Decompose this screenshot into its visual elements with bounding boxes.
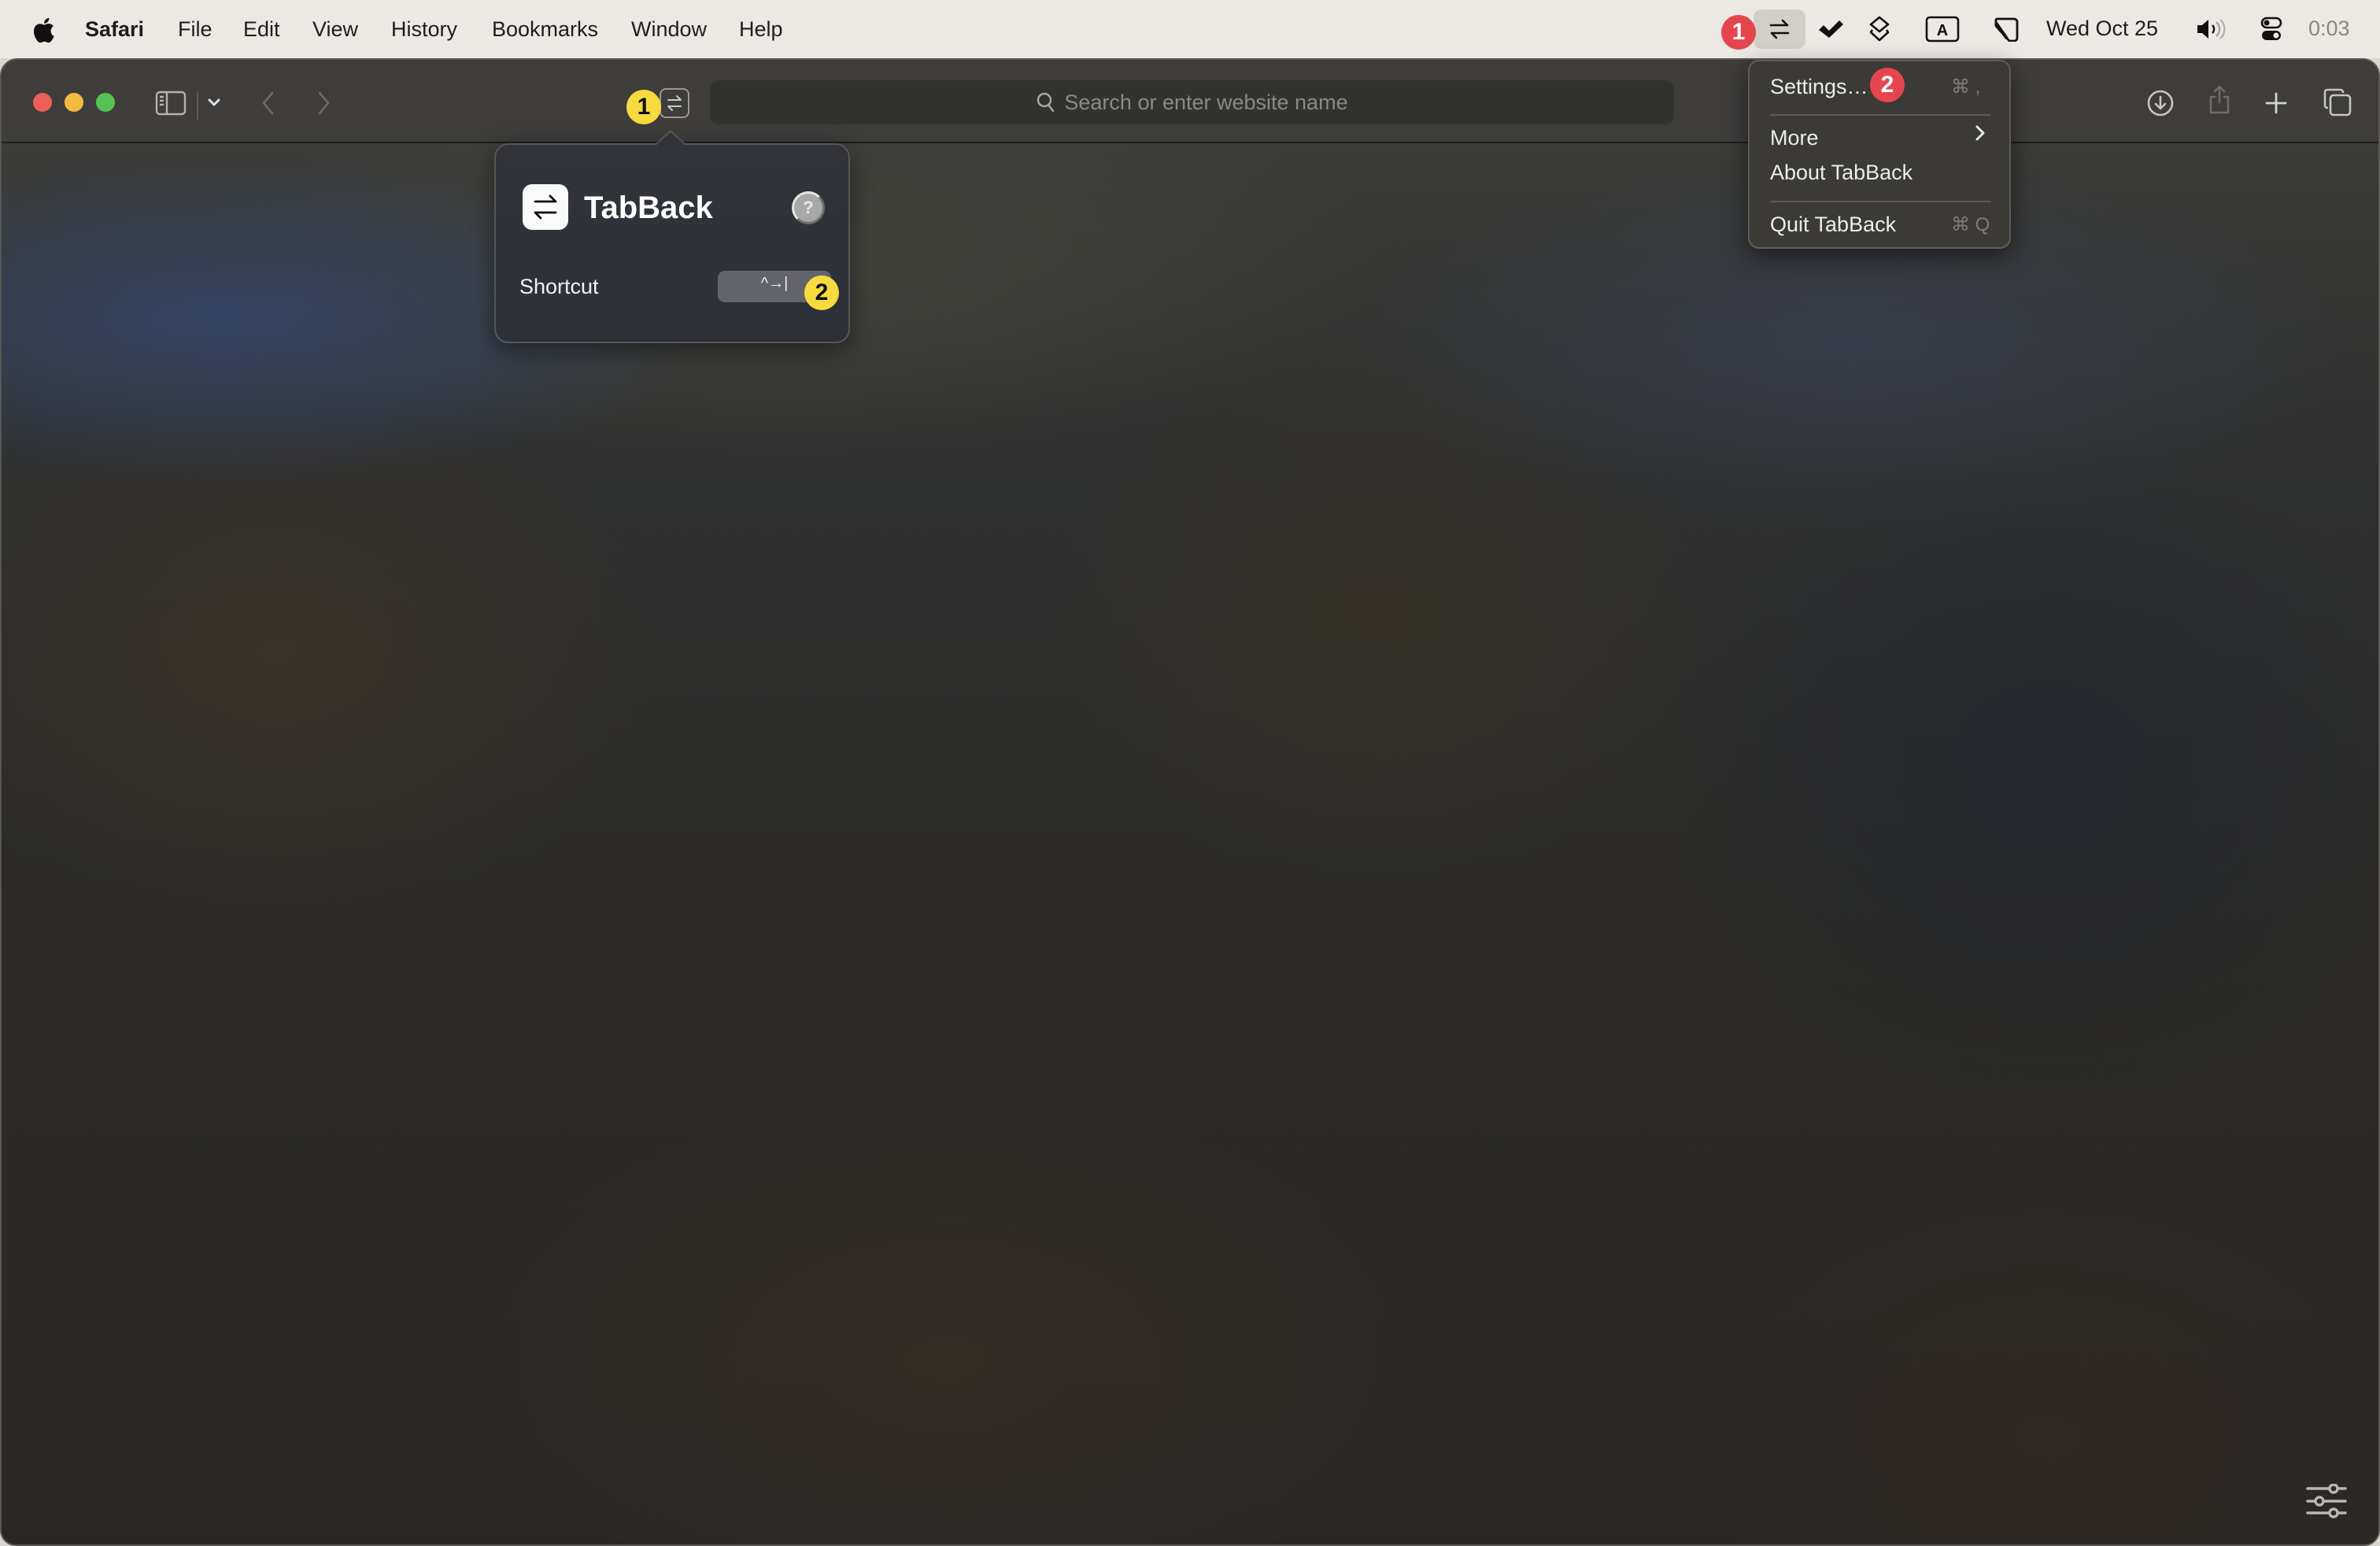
input-source-letter: A bbox=[1937, 22, 1948, 39]
sliders-icon bbox=[2306, 1484, 2347, 1518]
chevron-right-icon bbox=[1975, 125, 1985, 141]
menu-history[interactable]: History bbox=[391, 17, 457, 42]
window-minimize-button[interactable] bbox=[65, 93, 83, 112]
menu-file[interactable]: File bbox=[178, 17, 213, 42]
menu-view[interactable]: View bbox=[312, 17, 358, 42]
tabback-popover: TabBack ? Shortcut ^→| bbox=[494, 143, 850, 343]
menu-item-about[interactable]: About TabBack bbox=[1770, 161, 1913, 185]
clock-date[interactable]: Wed Oct 25 bbox=[2046, 17, 2158, 41]
menu-app-safari[interactable]: Safari bbox=[85, 17, 144, 42]
help-icon: ? bbox=[803, 198, 814, 217]
annotation-badge-2-red: 2 bbox=[1870, 68, 1905, 102]
annotation-badge-1-yellow: 1 bbox=[626, 90, 661, 124]
window-close-button[interactable] bbox=[33, 93, 52, 112]
help-button[interactable]: ? bbox=[792, 191, 825, 224]
clock-time[interactable]: 0:03 bbox=[2308, 17, 2350, 41]
new-tab-icon[interactable] bbox=[2263, 90, 2289, 117]
stage-manager-icon[interactable] bbox=[1988, 0, 2024, 58]
control-center-icon[interactable] bbox=[2256, 0, 2287, 58]
tab-overview-icon[interactable] bbox=[2322, 87, 2353, 118]
menu-separator bbox=[1770, 114, 1990, 116]
download-icon[interactable] bbox=[2145, 88, 2175, 118]
menu-window[interactable]: Window bbox=[631, 17, 707, 42]
sidebar-icon[interactable] bbox=[154, 90, 187, 117]
window-zoom-button[interactable] bbox=[96, 93, 115, 112]
input-source-icon[interactable]: A bbox=[1923, 0, 1962, 58]
menu-item-more[interactable]: More bbox=[1770, 126, 1819, 150]
annotation-badge-1-red: 1 bbox=[1721, 15, 1756, 50]
settings-shortcut: ⌘ , bbox=[1951, 76, 1981, 98]
checkmark-icon[interactable] bbox=[1812, 0, 1850, 58]
popover-title: TabBack bbox=[584, 190, 713, 225]
popover-arrow-fill bbox=[655, 132, 686, 146]
address-search-field[interactable]: Search or enter website name bbox=[710, 80, 1674, 124]
menu-item-settings[interactable]: Settings… bbox=[1770, 75, 1868, 99]
annotation-badge-2-yellow: 2 bbox=[804, 276, 839, 310]
shortcut-label: Shortcut bbox=[519, 275, 599, 298]
quit-shortcut: ⌘ Q bbox=[1951, 214, 1990, 235]
menu-edit[interactable]: Edit bbox=[243, 17, 280, 42]
menu-bookmarks[interactable]: Bookmarks bbox=[492, 17, 598, 42]
shortcut-value: ^→| bbox=[760, 274, 789, 292]
tabback-swap-icon[interactable] bbox=[1754, 0, 1805, 58]
search-placeholder: Search or enter website name bbox=[1064, 90, 1348, 114]
safari-window: 1 Search or enter website name bbox=[0, 58, 2380, 1546]
customize-start-page-button[interactable] bbox=[2301, 1479, 2352, 1523]
menu-help[interactable]: Help bbox=[739, 17, 783, 42]
layers-icon[interactable] bbox=[1863, 0, 1896, 58]
toolbar-divider bbox=[197, 91, 198, 120]
tabback-extension-button[interactable] bbox=[660, 88, 689, 118]
tabback-swap-icon bbox=[667, 95, 682, 111]
volume-icon[interactable] bbox=[2194, 0, 2229, 58]
menu-separator bbox=[1770, 201, 1990, 202]
menu-bar: Safari File Edit View History Bookmarks … bbox=[0, 0, 2380, 58]
search-icon bbox=[1037, 92, 1055, 113]
chevron-down-icon[interactable] bbox=[205, 93, 224, 112]
share-icon[interactable] bbox=[2205, 83, 2234, 117]
tabback-app-icon bbox=[523, 184, 568, 230]
back-icon[interactable] bbox=[257, 90, 280, 117]
apple-logo-icon[interactable] bbox=[31, 16, 55, 44]
safari-toolbar: 1 Search or enter website name bbox=[2, 60, 2378, 143]
forward-icon[interactable] bbox=[312, 90, 335, 117]
menu-item-quit[interactable]: Quit TabBack bbox=[1770, 213, 1896, 237]
